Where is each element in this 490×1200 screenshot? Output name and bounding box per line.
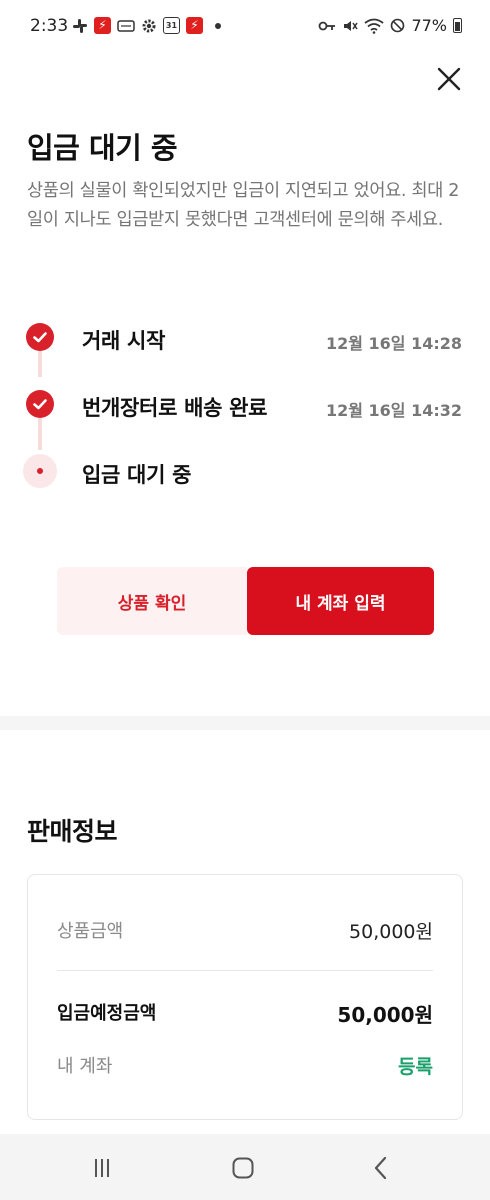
status-time: 2:33 xyxy=(30,16,69,36)
check-product-button[interactable]: 상품 확인 xyxy=(57,567,247,635)
status-description: 상품의 실물이 확인되었지만 입금이 지연되고 었어요. 최대 2일이 지나도 … xyxy=(27,181,460,230)
expected-value: 50,000원 xyxy=(337,1003,433,1027)
price-value: 50,000원 xyxy=(349,921,433,943)
recent-apps-icon[interactable] xyxy=(87,1154,117,1182)
account-row: 내 계좌 등록 xyxy=(57,1052,433,1080)
check-icon xyxy=(26,390,54,418)
action-buttons: 상품 확인 내 계좌 입력 xyxy=(57,567,434,635)
price-row: 상품금액 50,000원 xyxy=(57,917,433,945)
account-label: 내 계좌 xyxy=(57,1056,113,1077)
bolt-icon: ⚡ xyxy=(186,17,203,34)
card-icon xyxy=(117,19,135,32)
timeline-step-label: 입금 대기 중 xyxy=(82,463,192,487)
mute-icon xyxy=(344,20,359,31)
close-icon[interactable] xyxy=(432,62,466,96)
key-icon xyxy=(319,21,336,30)
timeline-step-label: 번개장터로 배송 완료 xyxy=(82,396,268,420)
pending-dot-icon xyxy=(23,454,57,488)
slack-icon xyxy=(73,18,87,33)
calendar-icon: 31 xyxy=(163,17,180,34)
enter-account-button[interactable]: 내 계좌 입력 xyxy=(247,567,434,635)
sale-info-title: 판매정보 xyxy=(27,817,118,846)
register-account-link[interactable]: 등록 xyxy=(398,1052,433,1079)
expected-label: 입금예정금액 xyxy=(57,1003,157,1024)
gear-icon xyxy=(142,19,156,32)
navigation-bar xyxy=(0,1134,490,1200)
timeline-step: 번개장터로 배송 완료 12월 16일 14:32 xyxy=(0,383,490,423)
status-icons-right: 77% xyxy=(318,16,462,35)
back-icon[interactable] xyxy=(366,1154,396,1182)
bolt-icon: ⚡ xyxy=(94,17,111,34)
page-title: 입금 대기 중 xyxy=(27,131,178,165)
card-divider xyxy=(57,970,433,971)
section-divider xyxy=(0,716,490,730)
timeline-step-label: 거래 시작 xyxy=(82,329,166,353)
blocked-icon xyxy=(391,18,405,33)
check-icon xyxy=(26,323,54,351)
wifi-icon xyxy=(364,18,384,34)
status-icons-left: ⚡ 31 ⚡ xyxy=(72,17,221,34)
timeline-step: 거래 시작 12월 16일 14:28 xyxy=(0,316,490,356)
status-bar: 2:33 ⚡ 31 ⚡ 77% xyxy=(0,0,490,52)
home-icon[interactable] xyxy=(228,1154,258,1182)
notification-dot-icon xyxy=(215,22,221,29)
timeline-step-time: 12월 16일 14:32 xyxy=(325,401,462,420)
expected-row: 입금예정금액 50,000원 xyxy=(57,999,433,1027)
timeline-step-time: 12월 16일 14:28 xyxy=(325,334,462,353)
battery-percent: 77% xyxy=(411,16,447,35)
battery-icon xyxy=(453,18,462,33)
timeline-step: 입금 대기 중 xyxy=(0,450,490,490)
price-label: 상품금액 xyxy=(57,921,124,942)
sale-info-card: 상품금액 50,000원 입금예정금액 50,000원 내 계좌 등록 xyxy=(27,874,463,1120)
